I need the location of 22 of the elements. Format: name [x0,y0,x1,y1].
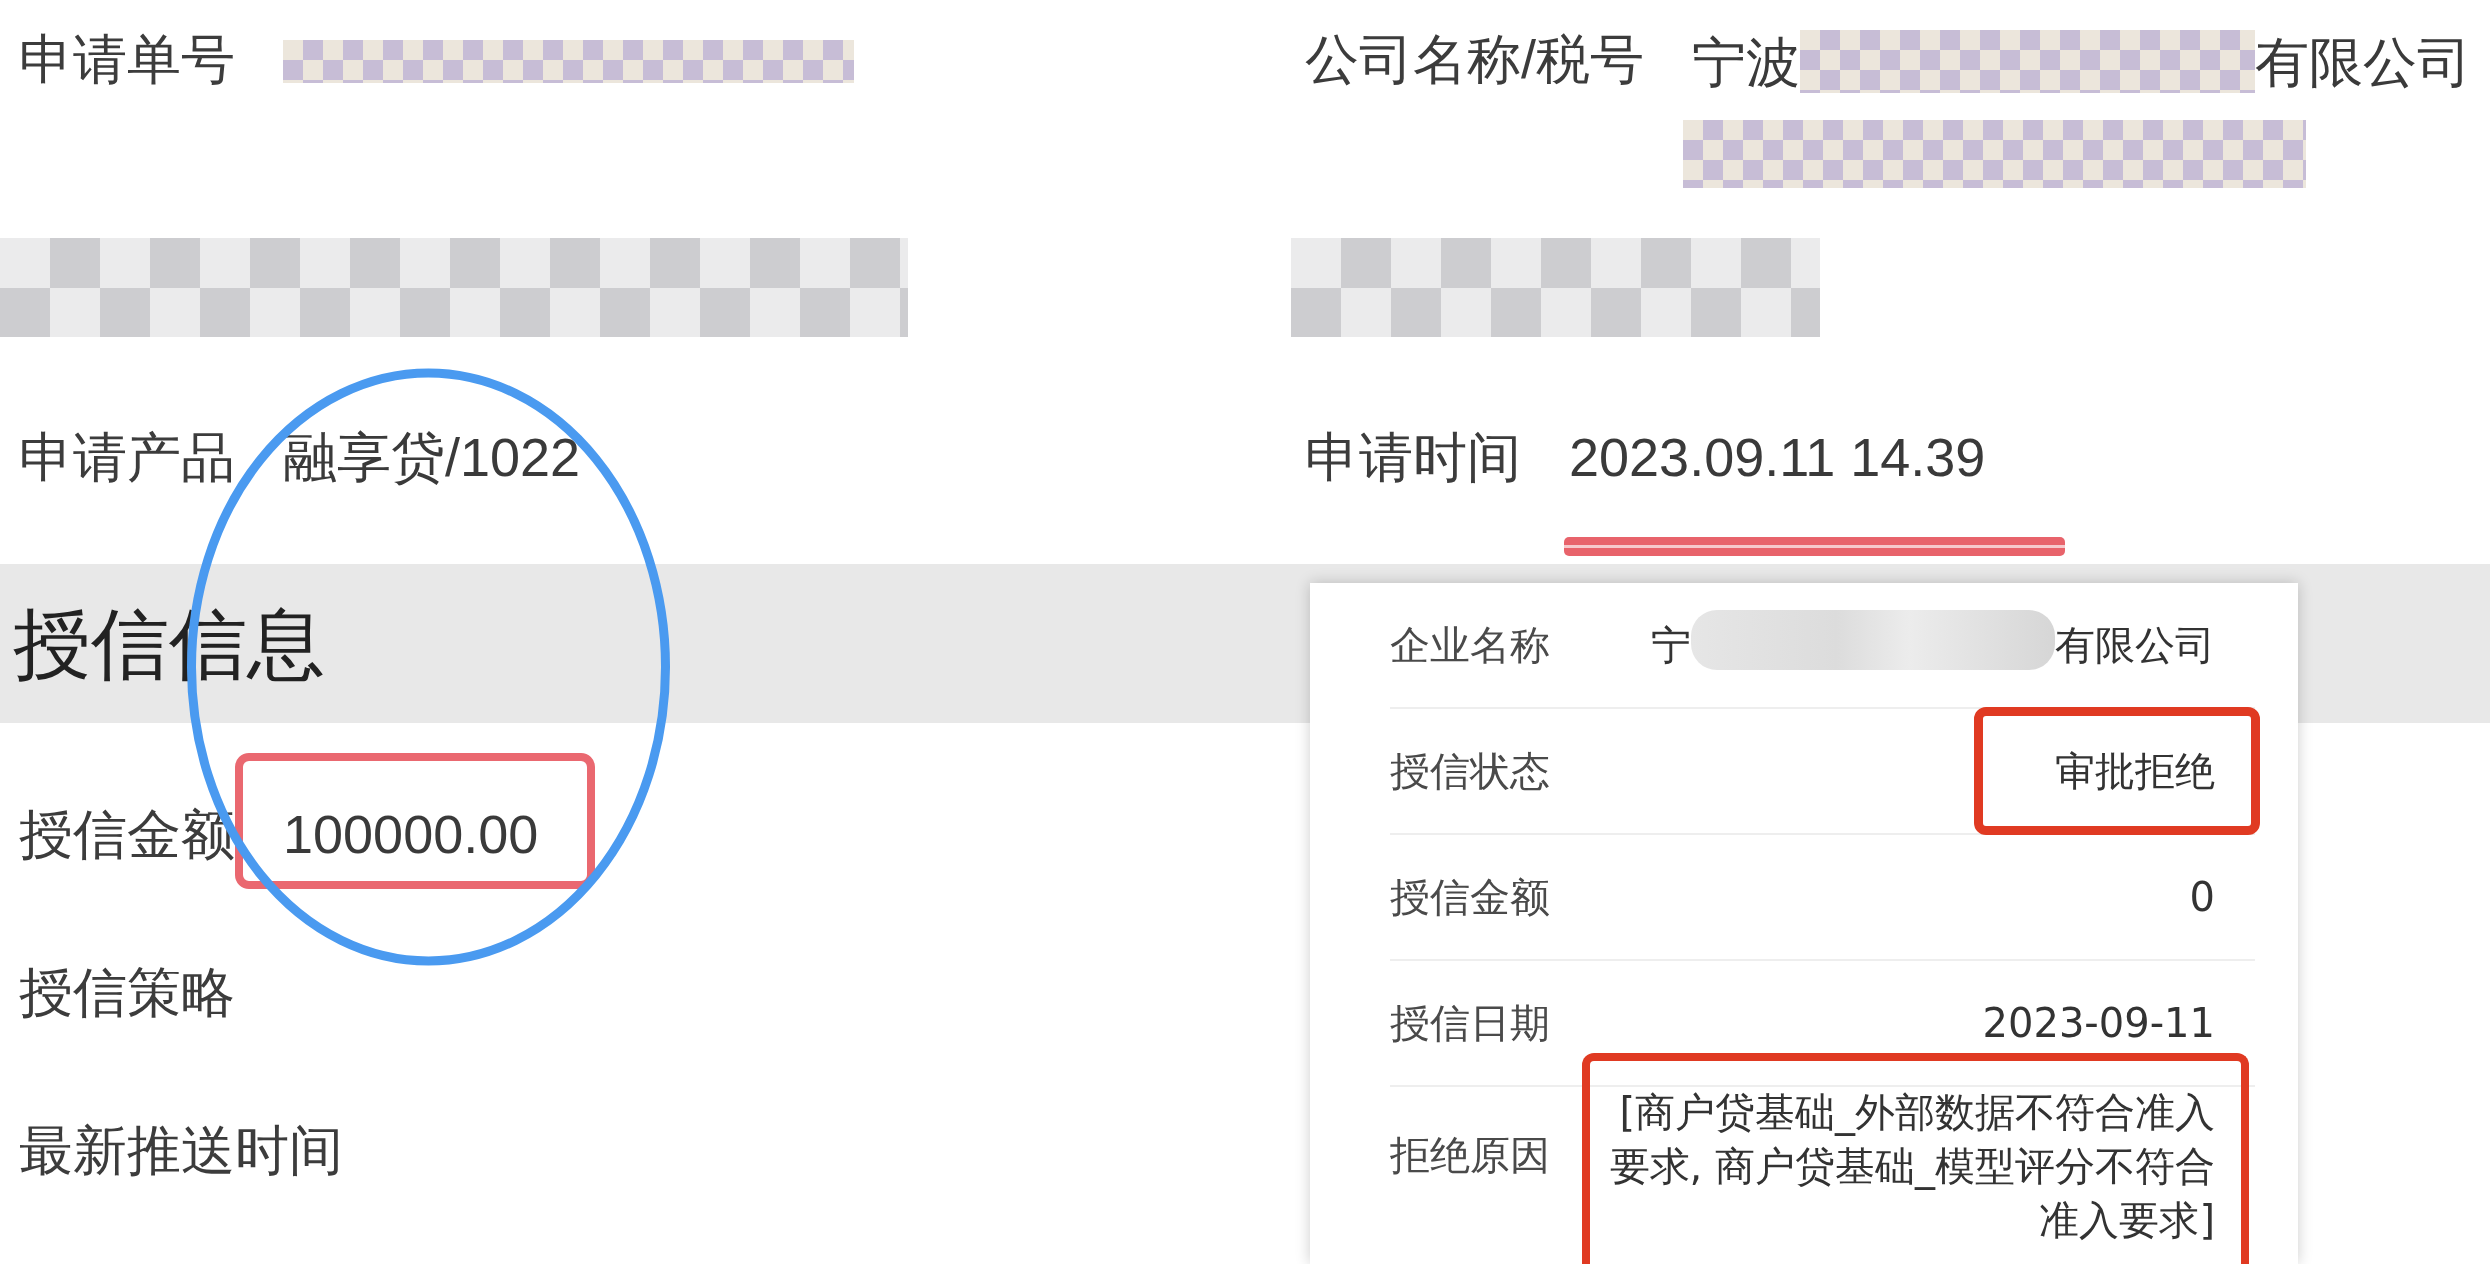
card-label: 授信状态 [1390,747,1550,796]
card-value: 有限公司 [2055,621,2215,670]
field-label: 申请时间 [1305,428,1521,486]
card-label: 授信金额 [1390,873,1550,922]
field-label: 申请产品 [19,428,235,486]
field-value: 融享贷/1022 [283,428,581,486]
card-label: 企业名称 [1390,621,1550,670]
field-label: 最新推送时间 [19,1121,343,1179]
card-value: 2023-09-11 [1982,999,2215,1048]
field-value: 有限公司 [2255,32,2471,91]
card-value: 0 [2189,873,2215,922]
card-value: [商户贷基础_外部数据不符合准入要求, 商户贷基础_模型评分不符合准入要求] [1608,1088,2215,1245]
field-value: 2023.09.11 14.39 [1569,428,1986,486]
field-label: 公司名称/税号 [1305,30,1644,88]
field-value: 100000.00 [283,805,539,863]
card-label: 授信日期 [1390,999,1550,1048]
card-label: 拒绝原因 [1390,1131,1550,1180]
field-label: 授信策略 [19,963,235,1021]
card-value: 审批拒绝 [2055,747,2215,796]
field-value: 宁波 [1692,32,1800,91]
field-label: 申请单号 [19,30,235,88]
card-value: 宁 [1651,621,1691,670]
